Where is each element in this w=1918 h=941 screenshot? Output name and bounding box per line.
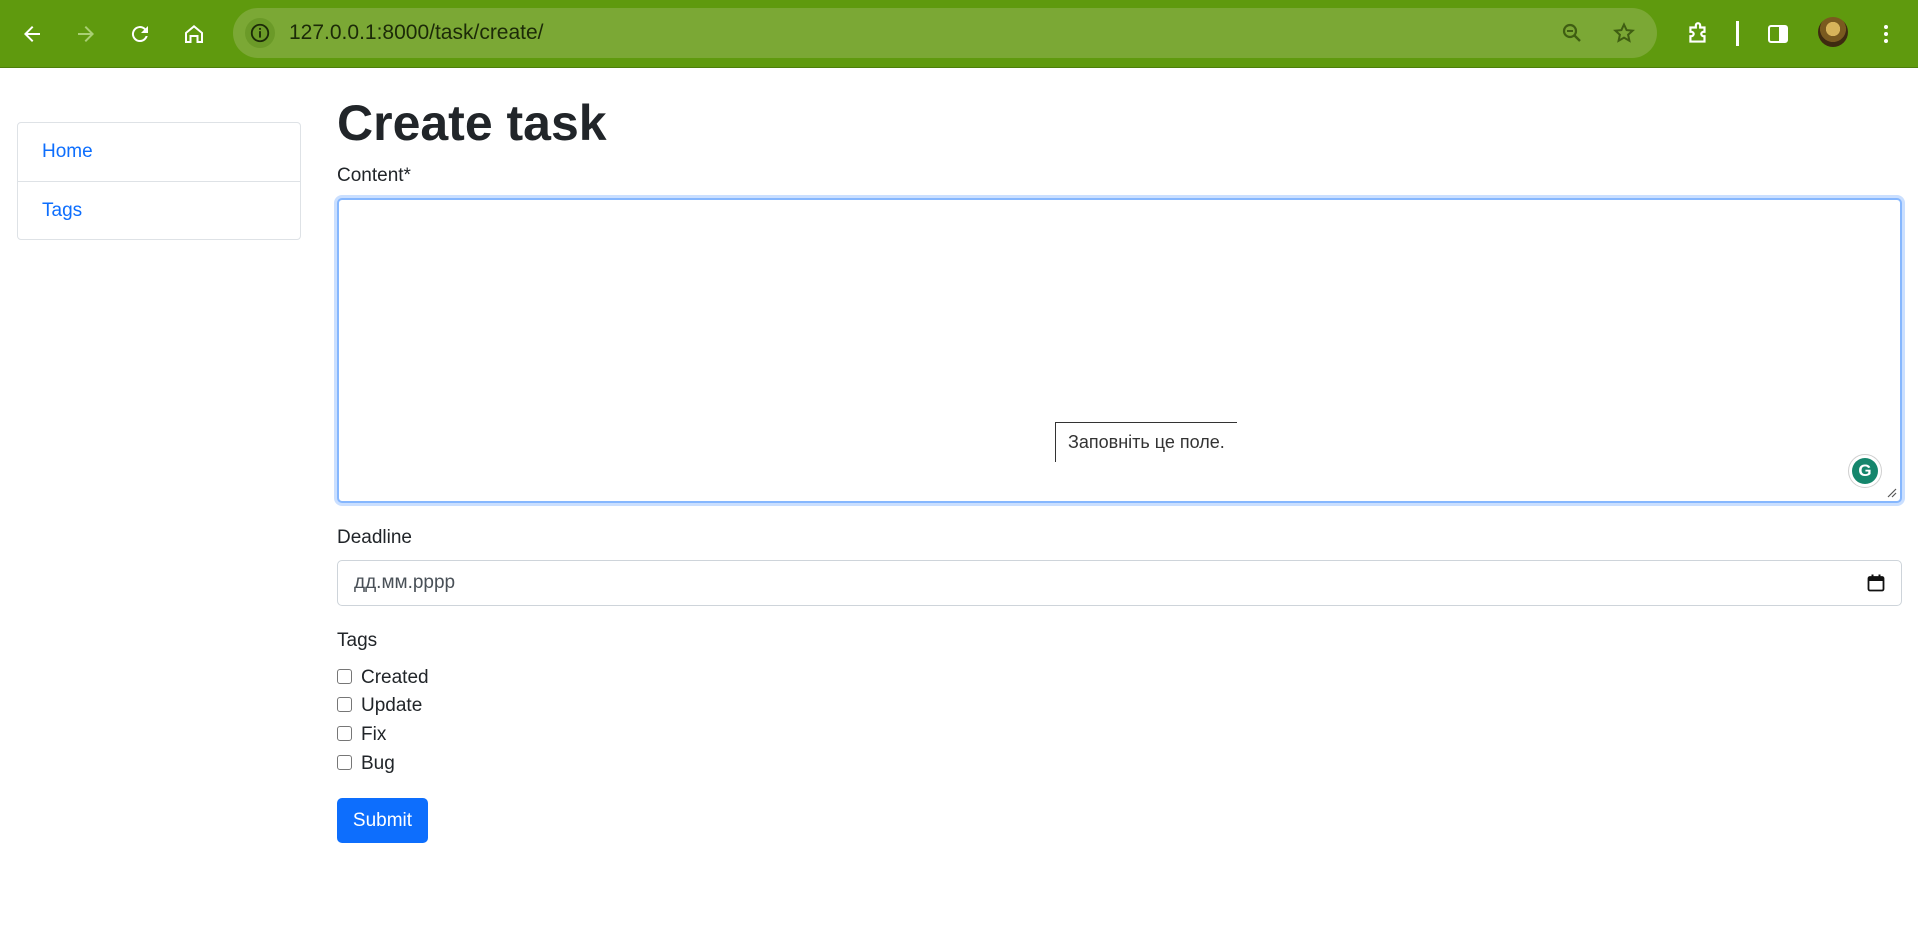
- checkbox[interactable]: [337, 696, 352, 712]
- deadline-placeholder: дд.мм.рррр: [354, 572, 456, 593]
- deadline-date-input[interactable]: дд.мм.рррр: [337, 560, 1902, 606]
- toolbar-separator: [1736, 21, 1739, 46]
- tag-label: Bug: [361, 753, 395, 774]
- tag-label: Fix: [361, 724, 387, 745]
- checkbox[interactable]: [337, 668, 352, 684]
- extensions-icon: [1689, 22, 1706, 43]
- grammarly-button[interactable]: G: [1848, 454, 1882, 488]
- validation-tooltip: Заповніть це поле.: [1055, 422, 1237, 462]
- extensions-button[interactable]: [1678, 14, 1718, 54]
- address-bar[interactable]: 127.0.0.1:8000/task/create/: [233, 8, 1657, 58]
- menu-icon: [1884, 25, 1888, 43]
- menu-button[interactable]: [1866, 14, 1906, 54]
- calendar-icon[interactable]: [1867, 574, 1885, 592]
- bookmark-star-icon[interactable]: [1612, 21, 1636, 45]
- site-info-icon[interactable]: [245, 18, 275, 48]
- back-button[interactable]: [12, 14, 52, 54]
- side-panel-icon: [1768, 25, 1788, 43]
- grammarly-icon: G: [1852, 458, 1878, 484]
- submit-button[interactable]: Submit: [337, 798, 428, 843]
- sidebar-item-home[interactable]: Home: [18, 123, 300, 181]
- tag-label: Created: [361, 667, 429, 688]
- deadline-label: Deadline: [337, 527, 412, 548]
- forward-icon: [78, 26, 94, 42]
- url-text[interactable]: 127.0.0.1:8000/task/create/: [289, 8, 544, 58]
- reload-icon: [131, 26, 148, 43]
- sidebar-nav: Home Tags: [17, 122, 301, 240]
- home-icon: [185, 25, 203, 43]
- profile-avatar[interactable]: [1818, 17, 1848, 47]
- checkbox[interactable]: [337, 754, 352, 770]
- checkbox[interactable]: [337, 725, 352, 741]
- forward-button[interactable]: [66, 14, 106, 54]
- browser-toolbar: 127.0.0.1:8000/task/create/: [0, 0, 1918, 68]
- home-button[interactable]: [174, 14, 214, 54]
- zoom-icon[interactable]: [1560, 21, 1584, 45]
- back-icon: [24, 26, 40, 42]
- tag-option-update[interactable]: Update: [337, 692, 422, 720]
- resize-handle-icon[interactable]: [1885, 486, 1897, 498]
- tag-option-bug[interactable]: Bug: [337, 750, 395, 778]
- tag-label: Update: [361, 695, 423, 716]
- tags-label: Tags: [337, 630, 378, 651]
- page-title: Create task: [337, 95, 607, 151]
- content-label: Content*: [337, 165, 411, 186]
- task-form: Create task Content* G Заповніть це поле…: [337, 90, 1902, 843]
- side-panel-button[interactable]: [1758, 14, 1798, 54]
- tag-option-fix[interactable]: Fix: [337, 721, 386, 749]
- sidebar-item-tags[interactable]: Tags: [18, 181, 300, 239]
- reload-button[interactable]: [120, 14, 160, 54]
- tag-option-created[interactable]: Created: [337, 664, 429, 692]
